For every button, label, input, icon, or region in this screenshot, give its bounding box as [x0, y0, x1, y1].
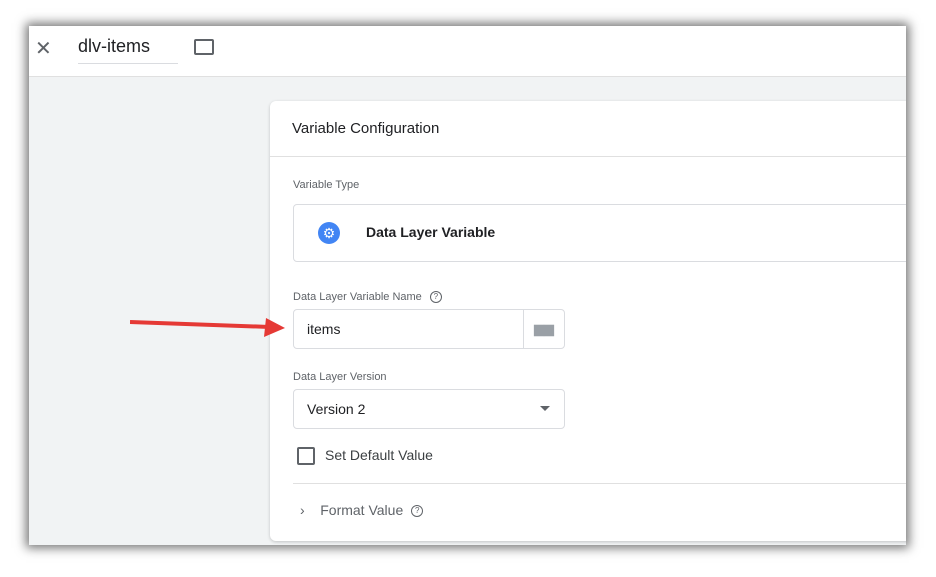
name-label-text: Data Layer Variable Name	[293, 291, 422, 303]
top-bar: ✕ dlv-items	[29, 26, 906, 77]
version-select[interactable]: Version 2	[293, 389, 565, 429]
variable-name-value: items	[307, 321, 341, 337]
variable-configuration-card: Variable Configuration Variable Type ⚙ D…	[270, 101, 906, 541]
format-value-label: Format Value	[320, 502, 404, 518]
red-arrow-annotation	[130, 318, 285, 337]
variable-picker-icon[interactable]: ▆▆	[523, 310, 564, 348]
version-label: Data Layer Version	[293, 371, 387, 383]
variable-name-input[interactable]: items ▆▆	[293, 309, 565, 349]
format-value-toggle[interactable]: › Format Value?	[300, 502, 424, 518]
variable-type-selector[interactable]: ⚙ Data Layer Variable	[293, 204, 906, 262]
help-icon[interactable]: ?	[411, 505, 424, 518]
set-default-checkbox[interactable]	[297, 447, 315, 465]
name-label: Data Layer Variable Name?	[293, 291, 442, 304]
version-value: Version 2	[307, 401, 366, 417]
dropdown-arrow-icon	[540, 406, 550, 416]
help-icon[interactable]: ?	[429, 291, 442, 304]
variable-type-label: Variable Type	[293, 179, 360, 191]
chevron-right-icon: ›	[300, 502, 305, 518]
close-icon[interactable]: ✕	[35, 36, 52, 61]
gear-icon: ⚙	[318, 222, 340, 244]
card-title: Variable Configuration	[270, 101, 906, 157]
set-default-label: Set Default Value	[325, 447, 433, 463]
variable-type-name: Data Layer Variable	[366, 224, 496, 240]
editor-window: ✕ dlv-items Variable Configuration Varia…	[29, 26, 906, 545]
variable-title-input[interactable]: dlv-items	[78, 36, 178, 64]
divider	[293, 483, 906, 484]
folder-icon[interactable]	[194, 39, 214, 55]
